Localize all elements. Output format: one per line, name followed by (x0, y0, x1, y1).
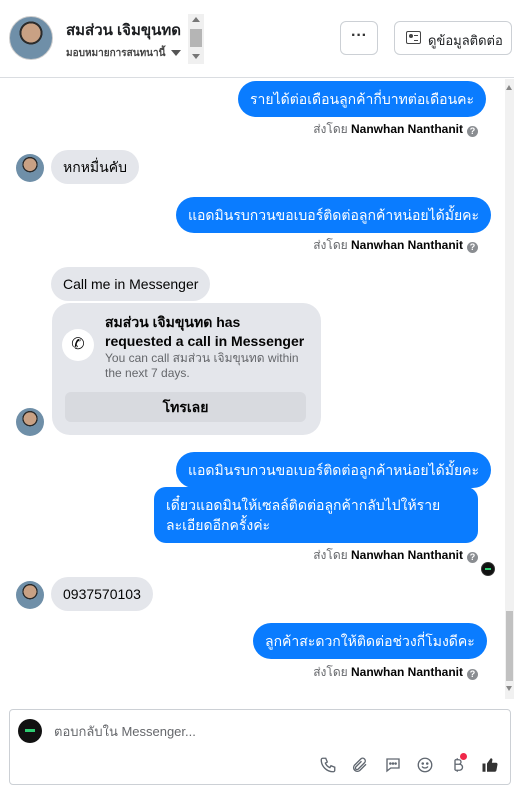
page-avatar (18, 719, 42, 743)
phone-icon[interactable] (317, 754, 339, 776)
sender-name: Nanwhan Nanthanit (350, 238, 463, 252)
message-line: เดี๋ยวแอดมินให้เซลล์ติดต่อลูกค้ากลับไปให… (166, 497, 441, 513)
scroll-down-icon[interactable] (506, 686, 512, 691)
help-icon[interactable]: ? (467, 242, 478, 253)
contact-card-icon (406, 31, 421, 44)
sent-by-prefix: ส่งโดย (313, 548, 348, 562)
payment-icon[interactable] (447, 753, 469, 776)
help-icon[interactable]: ? (467, 126, 478, 137)
caret-down-icon (171, 50, 182, 57)
more-options-button[interactable]: ··· (340, 21, 378, 55)
call-now-button[interactable]: โทรเลย (65, 392, 306, 422)
contact-avatar[interactable] (9, 16, 53, 60)
call-request-title: สมส่วน เจิมขุนทด has requested a call in… (105, 314, 305, 349)
view-contact-info-label: ดูข้อมูลติดต่อ (428, 33, 503, 48)
scroll-thumb[interactable] (506, 611, 513, 681)
contact-avatar-small[interactable] (16, 408, 44, 436)
phone-icon: ✆ (62, 329, 94, 361)
saved-replies-icon[interactable] (382, 754, 404, 776)
scroll-thumb[interactable] (190, 29, 202, 47)
outgoing-message[interactable]: แอดมินรบกวนขอเบอร์ติดต่อลูกค้าหน่อยได้มั… (176, 197, 492, 233)
thumbs-up-icon[interactable] (479, 754, 501, 776)
sent-by-label: ส่งโดย Nanwhan Nanthanit? (313, 236, 478, 255)
conversation-header: สมส่วน เจิมขุนทด มอบหมายการสนทนานี้ ··· … (0, 0, 514, 78)
emoji-icon[interactable] (414, 754, 436, 776)
notification-dot (460, 753, 467, 760)
incoming-message[interactable]: Call me in Messenger (51, 267, 211, 301)
help-icon[interactable]: ? (467, 552, 478, 563)
contact-avatar-small[interactable] (16, 154, 44, 182)
view-contact-info-button[interactable]: ดูข้อมูลติดต่อ (394, 21, 512, 55)
attachment-icon[interactable] (349, 754, 371, 776)
outgoing-message[interactable]: รายได้ต่อเดือนลูกค้ากี่บาทต่อเดือนคะ (238, 81, 487, 117)
outgoing-message[interactable]: แอดมินรบกวนขอเบอร์ติดต่อลูกค้าหน่อยได้มั… (176, 452, 492, 488)
call-request-subtitle: You can call สมส่วน เจิมขุนทด within the… (105, 351, 299, 380)
sent-by-prefix: ส่งโดย (313, 665, 348, 679)
sender-name: Nanwhan Nanthanit (350, 548, 463, 562)
sent-by-label: ส่งโดย Nanwhan Nanthanit? (313, 120, 478, 139)
reply-input[interactable] (54, 722, 434, 740)
sender-name: Nanwhan Nanthanit (350, 665, 463, 679)
assign-label: มอบหมายการสนทนานี้ (66, 48, 166, 59)
header-scrollbar[interactable] (188, 14, 204, 64)
message-line: ละเอียดอีกครั้งค่ะ (166, 517, 271, 533)
sender-name: Nanwhan Nanthanit (350, 122, 463, 136)
help-icon[interactable]: ? (467, 669, 478, 680)
contact-avatar-small[interactable] (16, 581, 44, 609)
sent-by-prefix: ส่งโดย (313, 122, 348, 136)
incoming-message[interactable]: หกหมื่นคับ (51, 150, 139, 184)
reply-composer (9, 709, 511, 785)
call-request-card: ✆ สมส่วน เจิมขุนทด has requested a call … (52, 303, 321, 435)
scroll-down-icon[interactable] (192, 54, 200, 59)
incoming-message[interactable]: 0937570103 (51, 577, 153, 611)
outgoing-message[interactable]: เดี๋ยวแอดมินให้เซลล์ติดต่อลูกค้ากลับไปให… (154, 487, 478, 543)
contact-name[interactable]: สมส่วน เจิมขุนทด (66, 18, 181, 42)
sent-by-label: ส่งโดย Nanwhan Nanthanit? (313, 663, 478, 682)
seen-avatar-icon (481, 562, 495, 576)
sent-by-prefix: ส่งโดย (313, 238, 348, 252)
message-thread[interactable]: รายได้ต่อเดือนลูกค้ากี่บาทต่อเดือนคะ ส่ง… (0, 79, 506, 697)
sent-by-label: ส่งโดย Nanwhan Nanthanit? (313, 546, 478, 565)
outgoing-message[interactable]: ลูกค้าสะดวกให้ติดต่อช่วงกี่โมงดีคะ (253, 623, 487, 659)
assign-conversation-dropdown[interactable]: มอบหมายการสนทนานี้ (66, 46, 182, 61)
thread-scrollbar[interactable] (505, 79, 514, 699)
scroll-up-icon[interactable] (192, 17, 200, 22)
scroll-up-icon[interactable] (506, 85, 512, 90)
